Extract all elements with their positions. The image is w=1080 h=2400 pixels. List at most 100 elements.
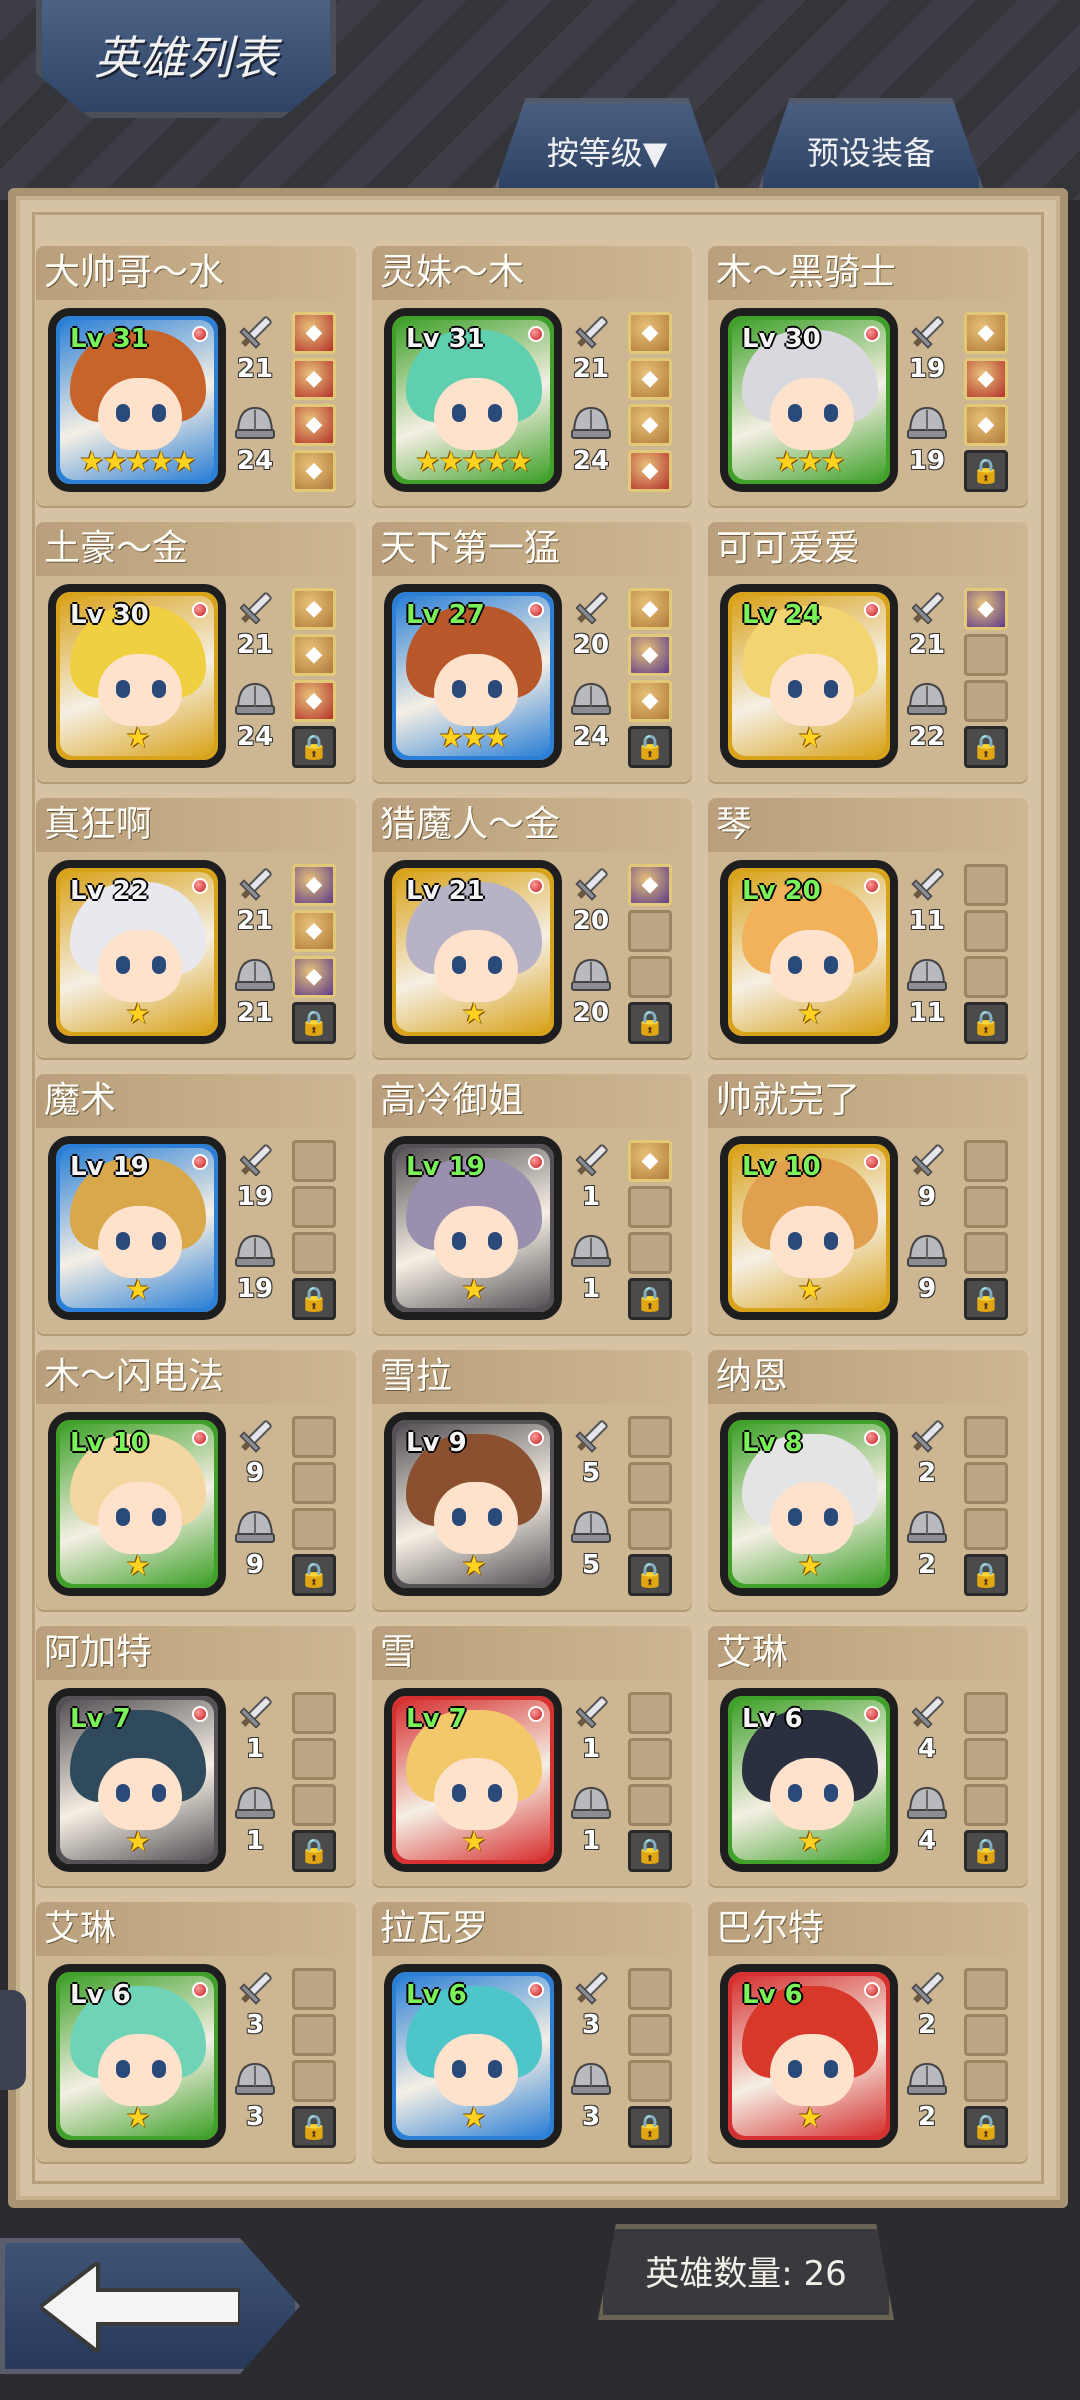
- locked-equipment-slot[interactable]: 🔒: [964, 1554, 1008, 1596]
- empty-equipment-slot[interactable]: [628, 910, 672, 952]
- locked-equipment-slot[interactable]: 🔒: [292, 1002, 336, 1044]
- empty-equipment-slot[interactable]: [292, 1738, 336, 1780]
- empty-equipment-slot[interactable]: [292, 1692, 336, 1734]
- equipped-item-slot[interactable]: ◆: [292, 864, 336, 906]
- locked-equipment-slot[interactable]: 🔒: [292, 1554, 336, 1596]
- hero-card[interactable]: 雪拉 Lv 9 ★ 5 5 🔒: [372, 1350, 692, 1610]
- hero-portrait[interactable]: Lv 21 ★: [384, 860, 562, 1044]
- hero-card[interactable]: 巴尔特 Lv 6 ★ 2 2 🔒: [708, 1902, 1028, 2162]
- hero-card[interactable]: 阿加特 Lv 7 ★ 1 1 🔒: [36, 1626, 356, 1886]
- empty-equipment-slot[interactable]: [964, 1968, 1008, 2010]
- sort-by-level-button[interactable]: 按等级▼: [494, 98, 720, 190]
- empty-equipment-slot[interactable]: [628, 1968, 672, 2010]
- equipped-item-slot[interactable]: ◆: [292, 680, 336, 722]
- equipped-item-slot[interactable]: ◆: [292, 588, 336, 630]
- locked-equipment-slot[interactable]: 🔒: [292, 1278, 336, 1320]
- equipped-item-slot[interactable]: ◆: [628, 680, 672, 722]
- empty-equipment-slot[interactable]: [628, 1232, 672, 1274]
- hero-card[interactable]: 艾琳 Lv 6 ★ 4 4 🔒: [708, 1626, 1028, 1886]
- empty-equipment-slot[interactable]: [628, 2014, 672, 2056]
- equipped-item-slot[interactable]: ◆: [628, 358, 672, 400]
- hero-card[interactable]: 艾琳 Lv 6 ★ 3 3 🔒: [36, 1902, 356, 2162]
- equipped-item-slot[interactable]: ◆: [292, 358, 336, 400]
- hero-portrait[interactable]: Lv 31 ★★★★★: [48, 308, 226, 492]
- equipped-item-slot[interactable]: ◆: [292, 312, 336, 354]
- hero-card[interactable]: 土豪～金 Lv 30 ★ 21 24 ◆ ◆ ◆ 🔒: [36, 522, 356, 782]
- empty-equipment-slot[interactable]: [964, 1462, 1008, 1504]
- hero-card[interactable]: 猎魔人～金 Lv 21 ★ 20 20 ◆ 🔒: [372, 798, 692, 1058]
- hero-portrait[interactable]: Lv 30 ★: [48, 584, 226, 768]
- empty-equipment-slot[interactable]: [292, 2060, 336, 2102]
- equipped-item-slot[interactable]: ◆: [628, 1140, 672, 1182]
- empty-equipment-slot[interactable]: [628, 1738, 672, 1780]
- hero-portrait[interactable]: Lv 19 ★: [384, 1136, 562, 1320]
- empty-equipment-slot[interactable]: [628, 2060, 672, 2102]
- hero-card[interactable]: 大帅哥～水 Lv 31 ★★★★★ 21 24 ◆ ◆ ◆ ◆: [36, 246, 356, 506]
- locked-equipment-slot[interactable]: 🔒: [964, 450, 1008, 492]
- empty-equipment-slot[interactable]: [964, 1692, 1008, 1734]
- empty-equipment-slot[interactable]: [628, 1508, 672, 1550]
- empty-equipment-slot[interactable]: [964, 680, 1008, 722]
- hero-card[interactable]: 魔术 Lv 19 ★ 19 19 🔒: [36, 1074, 356, 1334]
- equipped-item-slot[interactable]: ◆: [292, 450, 336, 492]
- hero-portrait[interactable]: Lv 31 ★★★★★: [384, 308, 562, 492]
- equipped-item-slot[interactable]: ◆: [292, 404, 336, 446]
- side-drawer-tab[interactable]: [0, 1990, 26, 2090]
- hero-portrait[interactable]: Lv 24 ★: [720, 584, 898, 768]
- empty-equipment-slot[interactable]: [628, 1692, 672, 1734]
- empty-equipment-slot[interactable]: [964, 910, 1008, 952]
- locked-equipment-slot[interactable]: 🔒: [628, 2106, 672, 2148]
- empty-equipment-slot[interactable]: [964, 1738, 1008, 1780]
- locked-equipment-slot[interactable]: 🔒: [292, 2106, 336, 2148]
- preset-equipment-button[interactable]: 预设装备: [758, 98, 984, 190]
- hero-portrait[interactable]: Lv 6 ★: [720, 1688, 898, 1872]
- hero-portrait[interactable]: Lv 7 ★: [48, 1688, 226, 1872]
- equipped-item-slot[interactable]: ◆: [292, 910, 336, 952]
- empty-equipment-slot[interactable]: [964, 1416, 1008, 1458]
- hero-card[interactable]: 帅就完了 Lv 10 ★ 9 9 🔒: [708, 1074, 1028, 1334]
- empty-equipment-slot[interactable]: [964, 1784, 1008, 1826]
- locked-equipment-slot[interactable]: 🔒: [292, 1830, 336, 1872]
- equipped-item-slot[interactable]: ◆: [964, 312, 1008, 354]
- empty-equipment-slot[interactable]: [292, 1968, 336, 2010]
- equipped-item-slot[interactable]: ◆: [292, 634, 336, 676]
- locked-equipment-slot[interactable]: 🔒: [964, 1830, 1008, 1872]
- equipped-item-slot[interactable]: ◆: [628, 588, 672, 630]
- empty-equipment-slot[interactable]: [628, 1416, 672, 1458]
- hero-card[interactable]: 木～黑骑士 Lv 30 ★★★ 19 19 ◆ ◆ ◆ 🔒: [708, 246, 1028, 506]
- empty-equipment-slot[interactable]: [964, 634, 1008, 676]
- empty-equipment-slot[interactable]: [292, 1416, 336, 1458]
- empty-equipment-slot[interactable]: [292, 1508, 336, 1550]
- locked-equipment-slot[interactable]: 🔒: [628, 726, 672, 768]
- hero-card[interactable]: 天下第一猛 Lv 27 ★★★ 20 24 ◆ ◆ ◆ 🔒: [372, 522, 692, 782]
- locked-equipment-slot[interactable]: 🔒: [628, 1278, 672, 1320]
- hero-portrait[interactable]: Lv 22 ★: [48, 860, 226, 1044]
- hero-portrait[interactable]: Lv 27 ★★★: [384, 584, 562, 768]
- empty-equipment-slot[interactable]: [964, 1186, 1008, 1228]
- hero-portrait[interactable]: Lv 10 ★: [48, 1412, 226, 1596]
- hero-card[interactable]: 灵妹～木 Lv 31 ★★★★★ 21 24 ◆ ◆ ◆ ◆: [372, 246, 692, 506]
- empty-equipment-slot[interactable]: [292, 2014, 336, 2056]
- locked-equipment-slot[interactable]: 🔒: [628, 1002, 672, 1044]
- empty-equipment-slot[interactable]: [964, 1508, 1008, 1550]
- hero-portrait[interactable]: Lv 10 ★: [720, 1136, 898, 1320]
- hero-card[interactable]: 可可爱爱 Lv 24 ★ 21 22 ◆ 🔒: [708, 522, 1028, 782]
- locked-equipment-slot[interactable]: 🔒: [964, 1002, 1008, 1044]
- empty-equipment-slot[interactable]: [292, 1462, 336, 1504]
- locked-equipment-slot[interactable]: 🔒: [292, 726, 336, 768]
- equipped-item-slot[interactable]: ◆: [628, 450, 672, 492]
- hero-card[interactable]: 真狂啊 Lv 22 ★ 21 21 ◆ ◆ ◆ 🔒: [36, 798, 356, 1058]
- hero-card[interactable]: 拉瓦罗 Lv 6 ★ 3 3 🔒: [372, 1902, 692, 2162]
- equipped-item-slot[interactable]: ◆: [628, 634, 672, 676]
- hero-card[interactable]: 雪 Lv 7 ★ 1 1 🔒: [372, 1626, 692, 1886]
- hero-portrait[interactable]: Lv 30 ★★★: [720, 308, 898, 492]
- empty-equipment-slot[interactable]: [292, 1232, 336, 1274]
- equipped-item-slot[interactable]: ◆: [292, 956, 336, 998]
- empty-equipment-slot[interactable]: [628, 1462, 672, 1504]
- hero-card[interactable]: 纳恩 Lv 8 ★ 2 2 🔒: [708, 1350, 1028, 1610]
- hero-portrait[interactable]: Lv 6 ★: [720, 1964, 898, 2148]
- empty-equipment-slot[interactable]: [292, 1784, 336, 1826]
- empty-equipment-slot[interactable]: [628, 1784, 672, 1826]
- locked-equipment-slot[interactable]: 🔒: [964, 726, 1008, 768]
- locked-equipment-slot[interactable]: 🔒: [628, 1830, 672, 1872]
